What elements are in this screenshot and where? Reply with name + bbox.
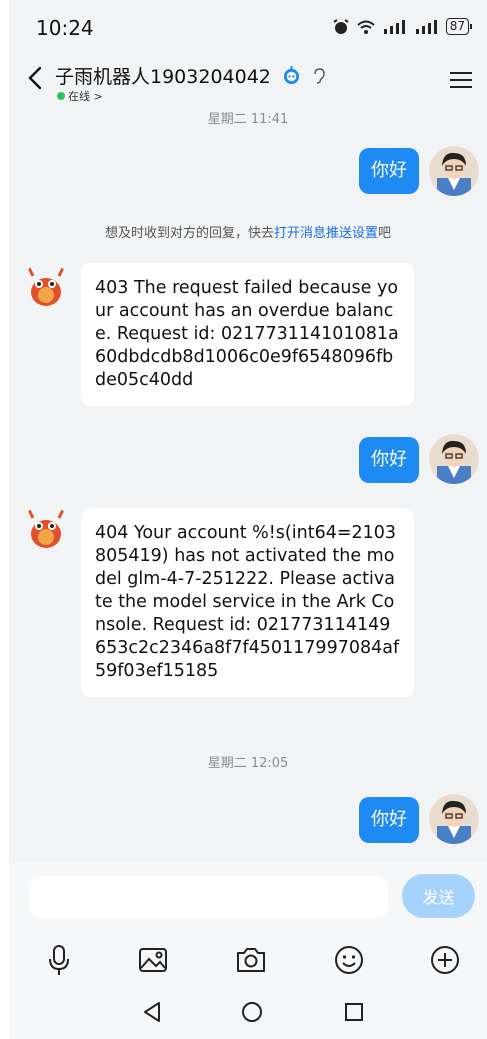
incoming-message[interactable]: 403 The request failed because your acco…: [81, 263, 414, 406]
send-button[interactable]: 发送: [402, 874, 475, 918]
chat-title: 子雨机器人1903204042: [55, 66, 271, 88]
emoji-icon[interactable]: [331, 942, 367, 978]
user-avatar[interactable]: [429, 794, 479, 844]
notice-suffix: 吧: [378, 226, 392, 241]
outgoing-message[interactable]: 你好: [359, 148, 419, 194]
signal-icon-2: [415, 19, 437, 34]
home-circle-icon[interactable]: [237, 997, 267, 1027]
camera-icon[interactable]: [233, 942, 269, 978]
wifi-icon: [357, 20, 375, 34]
title-wrap[interactable]: 子雨机器人1903204042: [55, 62, 326, 89]
timestamp: 星期二 11:41: [207, 112, 289, 127]
plus-icon[interactable]: [427, 942, 463, 978]
menu-icon[interactable]: [449, 70, 473, 90]
alarm-icon: [333, 18, 349, 34]
status-time: 10:24: [36, 16, 94, 40]
push-settings-link[interactable]: 打开消息推送设置: [274, 226, 378, 241]
presence-status[interactable]: 在线 >: [57, 88, 103, 104]
incoming-message[interactable]: 404 Your account %!s(int64=2103805419) h…: [81, 508, 414, 697]
composer-toolbar: [9, 942, 487, 982]
notice-prefix: 想及时收到对方的回复，快去: [104, 226, 274, 241]
robot-icon: [283, 66, 300, 85]
online-dot-icon: [57, 92, 65, 100]
outgoing-message[interactable]: 你好: [359, 797, 419, 843]
outgoing-message[interactable]: 你好: [359, 437, 419, 483]
back-arrow-icon[interactable]: [25, 64, 45, 92]
presence-text: 在线 >: [68, 90, 103, 103]
microphone-icon[interactable]: [41, 942, 77, 978]
battery-icon: 87: [445, 18, 473, 35]
message-input[interactable]: [29, 876, 388, 918]
user-avatar[interactable]: [429, 146, 479, 196]
composer: 发送: [9, 862, 487, 1039]
status-bar: 10:24 87: [9, 0, 487, 56]
chat-header: 子雨机器人1903204042 在线 >: [9, 56, 487, 106]
ear-icon: [314, 67, 325, 84]
user-avatar[interactable]: [429, 434, 479, 484]
status-icons: 87: [332, 18, 473, 35]
back-triangle-icon[interactable]: [137, 997, 167, 1027]
chat-screen: 10:24 87 子雨机器人1903204042 在线 > 星期二 11:41 …: [9, 0, 487, 1039]
bot-avatar[interactable]: [21, 504, 71, 554]
image-icon[interactable]: [135, 942, 171, 978]
system-nav-bar: [9, 997, 487, 1037]
push-notice: 想及时收到对方的回复，快去打开消息推送设置吧: [9, 222, 487, 241]
recents-square-icon[interactable]: [339, 997, 369, 1027]
signal-icon: [383, 19, 405, 34]
timestamp: 星期二 12:05: [207, 756, 289, 771]
bot-avatar[interactable]: [21, 262, 71, 312]
